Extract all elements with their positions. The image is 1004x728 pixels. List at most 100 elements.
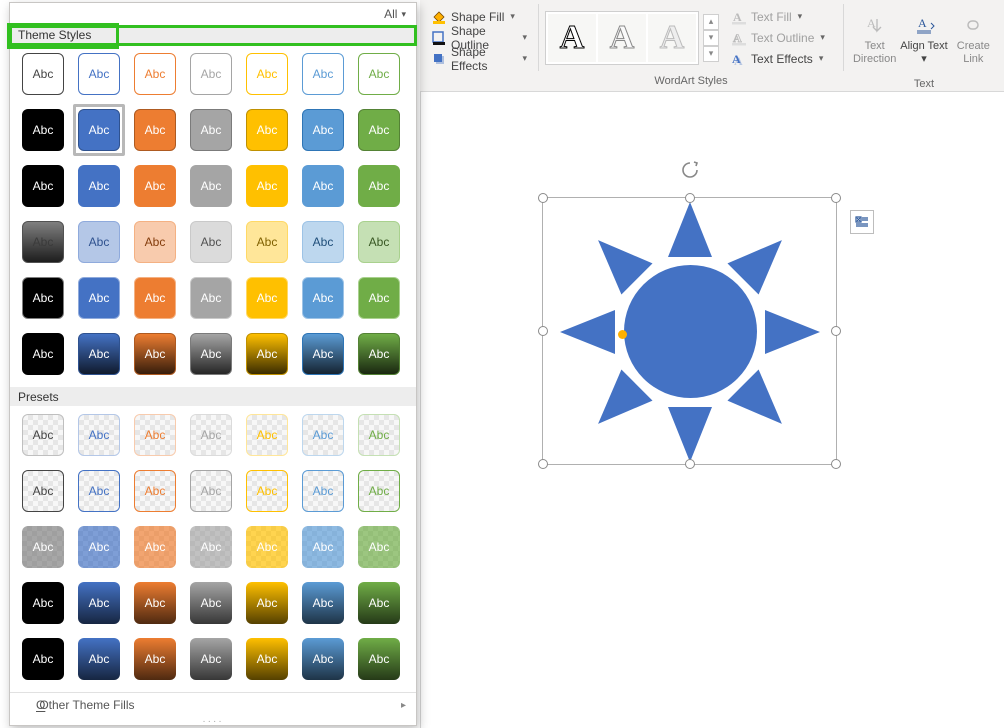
shape-effects-button[interactable]: Shape Effects ▾ (426, 49, 532, 69)
theme-style-swatch[interactable]: Abc (358, 333, 400, 375)
wordart-style-3[interactable]: A (648, 14, 696, 62)
wordart-more-button[interactable]: ▾ (703, 46, 719, 62)
adjustment-handle[interactable] (618, 330, 627, 339)
wordart-prev-button[interactable]: ▴ (703, 14, 719, 30)
theme-style-swatch[interactable]: Abc (302, 165, 344, 207)
theme-style-swatch[interactable]: Abc (302, 53, 344, 95)
resize-handle-t[interactable] (685, 193, 695, 203)
preset-style-swatch[interactable]: Abc (190, 414, 232, 456)
preset-style-swatch[interactable]: Abc (78, 638, 120, 680)
selection-bounding-box[interactable] (542, 197, 837, 465)
preset-style-swatch[interactable]: Abc (78, 526, 120, 568)
theme-style-swatch[interactable]: Abc (190, 333, 232, 375)
theme-style-swatch[interactable]: Abc (246, 53, 288, 95)
theme-style-swatch[interactable]: Abc (358, 53, 400, 95)
preset-style-swatch[interactable]: Abc (134, 526, 176, 568)
preset-style-swatch[interactable]: Abc (246, 582, 288, 624)
text-effects-button[interactable]: AA Text Effects ▾ (727, 49, 829, 69)
preset-style-swatch[interactable]: Abc (358, 582, 400, 624)
theme-style-swatch[interactable]: Abc (22, 221, 64, 263)
theme-style-swatch[interactable]: Abc (358, 221, 400, 263)
resize-handle-bl[interactable] (538, 459, 548, 469)
theme-style-swatch[interactable]: Abc (358, 109, 400, 151)
theme-style-swatch[interactable]: Abc (246, 221, 288, 263)
preset-style-swatch[interactable]: Abc (246, 470, 288, 512)
resize-handle-l[interactable] (538, 326, 548, 336)
layout-options-button[interactable] (850, 210, 874, 234)
preset-style-swatch[interactable]: Abc (358, 470, 400, 512)
align-text-button[interactable]: A Align Text ▾ (899, 4, 948, 74)
preset-style-swatch[interactable]: Abc (134, 638, 176, 680)
theme-style-swatch[interactable]: Abc (134, 333, 176, 375)
wordart-style-1[interactable]: A (548, 14, 596, 62)
theme-style-swatch[interactable]: Abc (358, 277, 400, 319)
panel-resize-grip[interactable]: ···· (10, 717, 416, 725)
preset-style-swatch[interactable]: Abc (246, 638, 288, 680)
theme-style-swatch[interactable]: Abc (246, 109, 288, 151)
sun-shape[interactable] (543, 198, 838, 466)
wordart-gallery[interactable]: A A A (545, 11, 699, 65)
theme-style-swatch[interactable]: Abc (22, 53, 64, 95)
resize-handle-tl[interactable] (538, 193, 548, 203)
theme-style-swatch[interactable]: Abc (246, 333, 288, 375)
theme-style-swatch[interactable]: Abc (246, 165, 288, 207)
theme-style-swatch[interactable]: Abc (134, 165, 176, 207)
theme-style-swatch[interactable]: Abc (78, 221, 120, 263)
preset-style-swatch[interactable]: Abc (190, 526, 232, 568)
theme-style-swatch[interactable]: Abc (302, 277, 344, 319)
theme-style-swatch[interactable]: Abc (78, 277, 120, 319)
preset-style-swatch[interactable]: Abc (190, 638, 232, 680)
theme-style-swatch[interactable]: Abc (78, 53, 120, 95)
theme-style-swatch[interactable]: Abc (302, 221, 344, 263)
preset-style-swatch[interactable]: Abc (134, 414, 176, 456)
preset-style-swatch[interactable]: Abc (22, 470, 64, 512)
preset-style-swatch[interactable]: Abc (302, 414, 344, 456)
resize-handle-r[interactable] (831, 326, 841, 336)
other-theme-fills-button[interactable]: OOther Theme Fills ▸ (10, 692, 416, 717)
theme-style-swatch[interactable]: Abc (22, 165, 64, 207)
resize-handle-tr[interactable] (831, 193, 841, 203)
preset-style-swatch[interactable]: Abc (190, 582, 232, 624)
preset-style-swatch[interactable]: Abc (134, 470, 176, 512)
style-filter-dropdown[interactable]: All▾ (10, 3, 416, 26)
theme-style-swatch[interactable]: Abc (302, 109, 344, 151)
resize-handle-br[interactable] (831, 459, 841, 469)
theme-style-swatch[interactable]: Abc (78, 165, 120, 207)
theme-style-swatch[interactable]: Abc (134, 221, 176, 263)
theme-style-swatch[interactable]: Abc (246, 277, 288, 319)
preset-style-swatch[interactable]: Abc (22, 638, 64, 680)
preset-style-swatch[interactable]: Abc (302, 526, 344, 568)
preset-style-swatch[interactable]: Abc (246, 414, 288, 456)
theme-style-swatch[interactable]: Abc (190, 221, 232, 263)
theme-style-swatch[interactable]: Abc (134, 53, 176, 95)
preset-style-swatch[interactable]: Abc (302, 582, 344, 624)
rotate-handle-icon[interactable] (680, 160, 700, 180)
theme-style-swatch[interactable]: Abc (78, 109, 120, 151)
theme-style-swatch[interactable]: Abc (302, 333, 344, 375)
preset-style-swatch[interactable]: Abc (246, 526, 288, 568)
preset-style-swatch[interactable]: Abc (78, 470, 120, 512)
theme-style-swatch[interactable]: Abc (134, 109, 176, 151)
theme-style-swatch[interactable]: Abc (22, 277, 64, 319)
wordart-next-button[interactable]: ▾ (703, 30, 719, 46)
preset-style-swatch[interactable]: Abc (78, 582, 120, 624)
theme-style-swatch[interactable]: Abc (190, 53, 232, 95)
preset-style-swatch[interactable]: Abc (22, 582, 64, 624)
preset-style-swatch[interactable]: Abc (302, 638, 344, 680)
theme-style-swatch[interactable]: Abc (78, 333, 120, 375)
theme-style-swatch[interactable]: Abc (190, 165, 232, 207)
preset-style-swatch[interactable]: Abc (302, 470, 344, 512)
preset-style-swatch[interactable]: Abc (78, 414, 120, 456)
preset-style-swatch[interactable]: Abc (22, 526, 64, 568)
theme-style-swatch[interactable]: Abc (358, 165, 400, 207)
preset-style-swatch[interactable]: Abc (358, 638, 400, 680)
preset-style-swatch[interactable]: Abc (358, 414, 400, 456)
theme-style-swatch[interactable]: Abc (190, 109, 232, 151)
theme-style-swatch[interactable]: Abc (190, 277, 232, 319)
theme-style-swatch[interactable]: Abc (134, 277, 176, 319)
preset-style-swatch[interactable]: Abc (22, 414, 64, 456)
theme-style-swatch[interactable]: Abc (22, 109, 64, 151)
wordart-style-2[interactable]: A (598, 14, 646, 62)
preset-style-swatch[interactable]: Abc (190, 470, 232, 512)
theme-style-swatch[interactable]: Abc (22, 333, 64, 375)
